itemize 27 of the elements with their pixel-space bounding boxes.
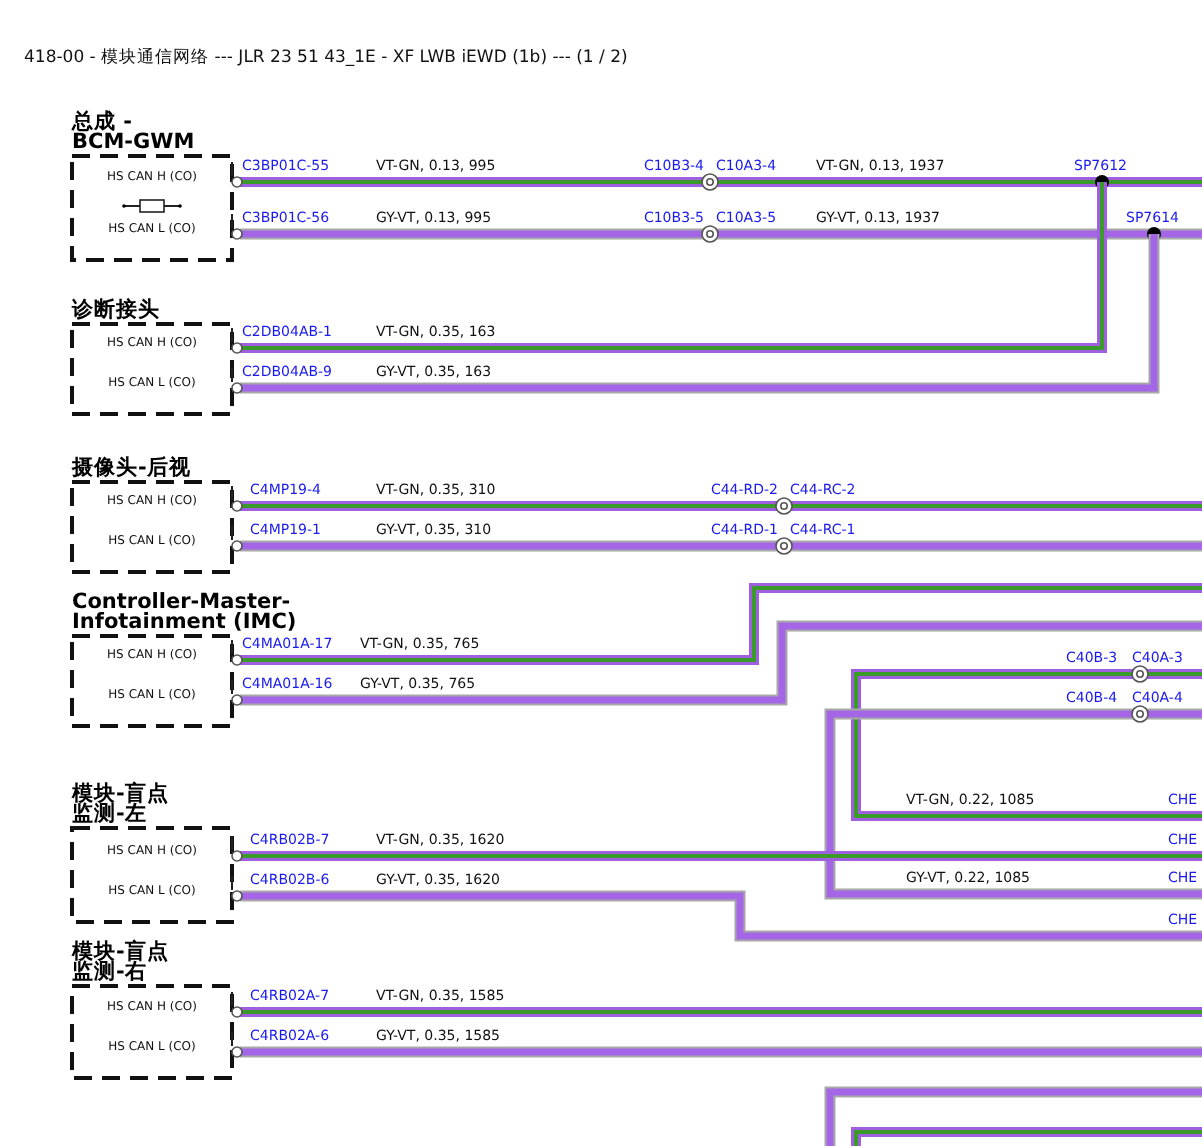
- module-title: 总成 - BCM-GWM: [72, 110, 195, 154]
- pin-terminal-icon: [231, 639, 243, 666]
- splice-dot-icon: [1095, 175, 1109, 189]
- splice-dot-icon: [1147, 227, 1161, 241]
- pin-terminal-icon: [231, 327, 243, 354]
- module-title: 模块-盲点 监测-右: [72, 940, 169, 984]
- connector-icon: [1131, 665, 1149, 683]
- pin-terminal-icon: [231, 161, 243, 188]
- pin-terminal-icon: [231, 679, 243, 706]
- pin-terminal-icon: [231, 367, 243, 394]
- pin-terminal-icon: [231, 991, 243, 1018]
- pin-terminal-icon: [231, 525, 243, 552]
- connector-icon: [775, 537, 793, 555]
- connector-icon: [1131, 705, 1149, 723]
- module-title: 模块-盲点 监测-左: [72, 782, 169, 826]
- pin-terminal-icon: [231, 213, 243, 240]
- module-title: 摄像头-后视: [72, 456, 191, 480]
- pin-terminal-icon: [231, 485, 243, 512]
- connector-icon: [775, 497, 793, 515]
- module-title: 诊断接头: [72, 298, 160, 322]
- pin-terminal-icon: [231, 875, 243, 902]
- connector-icon: [701, 173, 719, 191]
- pin-terminal-icon: [231, 835, 243, 862]
- pin-terminal-icon: [231, 1031, 243, 1058]
- connector-icon: [701, 225, 719, 243]
- module-title: Controller-Master- Infotainment (IMC): [72, 590, 297, 634]
- page-title: 418-00 - 模块通信网络 --- JLR 23 51 43_1E - XF LWB iEWD (1b) --- (1 / 2): [24, 48, 628, 68]
